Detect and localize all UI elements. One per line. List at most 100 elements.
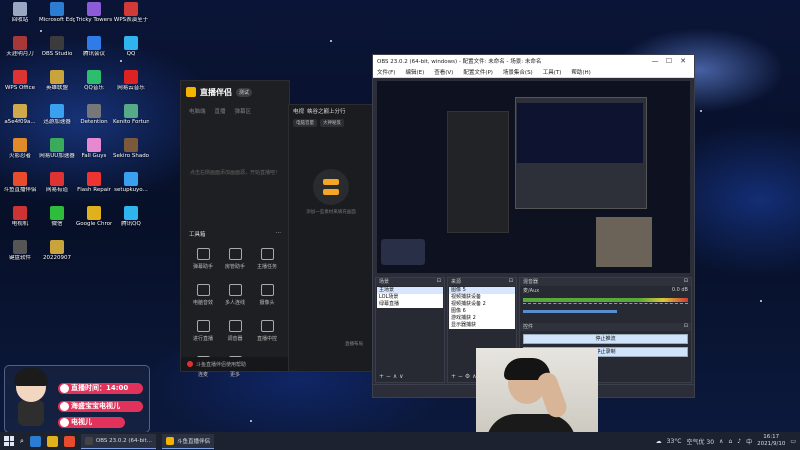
search-icon[interactable]: ⌕ xyxy=(20,437,24,446)
sources-header: 来源 ⊡ xyxy=(448,278,516,286)
desktop-icon[interactable]: 电视机 xyxy=(2,206,38,227)
desktop-icon[interactable]: 腾讯会议 xyxy=(76,36,112,57)
clock[interactable]: 16:17 2021/9/10 xyxy=(757,434,785,448)
zb-tab[interactable]: 弹幕区 xyxy=(235,107,252,115)
desktop-icon[interactable]: 20220907 xyxy=(39,240,75,261)
zb-tab[interactable]: 电脑端 xyxy=(189,107,206,115)
desktop-icon[interactable]: Fall Guys xyxy=(76,138,112,159)
desktop-icon[interactable]: Microsoft Edge xyxy=(39,2,75,23)
obs-titlebar[interactable]: OBS 23.0.2 (64-bit, windows) - 配置文件: 未命名… xyxy=(373,55,694,67)
source-row[interactable]: 图像 5 xyxy=(449,287,515,294)
source-row[interactable]: 游戏捕获 2 xyxy=(449,315,515,322)
chrome-taskbar-icon[interactable] xyxy=(63,435,75,447)
explorer-taskbar-icon[interactable] xyxy=(46,435,58,447)
obs-menu-item[interactable]: 编辑(E) xyxy=(405,68,424,76)
zb-tool[interactable]: 电脑音效 xyxy=(187,284,219,306)
stop-streaming-button[interactable]: 停止推流 xyxy=(523,334,688,344)
weather-icon[interactable]: ☁ xyxy=(656,438,662,445)
desktop-icon[interactable]: QQ音乐 xyxy=(76,70,112,91)
desktop-icon[interactable]: 键盘软件 xyxy=(2,240,38,261)
scenes-title: 场景 xyxy=(379,279,390,285)
chevron-up-icon[interactable]: ∧ xyxy=(719,438,723,445)
obs-menu-item[interactable]: 文件(F) xyxy=(377,68,395,76)
desktop-icon[interactable]: 网易有道 xyxy=(39,172,75,193)
zb-tab[interactable]: 直播 xyxy=(215,107,226,115)
zb-tool[interactable]: 直播中控 xyxy=(251,320,283,342)
obs-preview[interactable] xyxy=(377,81,690,273)
source-row[interactable]: 视频捕获设备 xyxy=(449,294,515,301)
app-icon xyxy=(87,2,101,16)
tool-icon xyxy=(228,248,242,260)
desktop-icon[interactable]: 回收站 xyxy=(2,2,38,23)
dock-menu-icon[interactable]: ⊡ xyxy=(684,323,688,331)
app-icon xyxy=(50,2,64,16)
desktop-icon[interactable]: 微信 xyxy=(39,206,75,227)
obs-menu-item[interactable]: 查看(V) xyxy=(434,68,453,76)
desktop-icon[interactable]: a5e4f09a... xyxy=(2,104,38,125)
close-icon[interactable]: ✕ xyxy=(676,57,690,65)
dock-menu-icon[interactable]: ⊡ xyxy=(437,278,441,286)
source-row[interactable]: 视频捕获设备 2 xyxy=(449,301,515,308)
desktop-icon[interactable]: Detention xyxy=(76,104,112,125)
taskbar-app-douyu-label: 斗鱼直播伴侣 xyxy=(176,438,210,445)
desktop-icon[interactable]: 天涯明月刀 xyxy=(2,36,38,57)
desktop-icon[interactable]: Kenito Fortune xyxy=(113,104,149,125)
zb-layout-button[interactable]: 直播布局 xyxy=(345,341,363,347)
zb-tool[interactable]: 弹幕助手 xyxy=(187,248,219,270)
taskbar-app-obs[interactable]: OBS 23.0.2 (64-bit... xyxy=(80,433,156,449)
desktop-icon[interactable]: OBS Studio xyxy=(39,36,75,57)
air-quality[interactable]: 空气优 30 xyxy=(687,437,715,446)
desktop-icon[interactable]: 英雄联盟 xyxy=(39,70,75,91)
zb-tool[interactable]: 房管助手 xyxy=(219,248,251,270)
taskbar-app-douyu[interactable]: 斗鱼直播伴侣 xyxy=(161,433,214,449)
zb-version-badge[interactable]: 测试 xyxy=(236,87,253,97)
desktop-icon[interactable]: Google Chrome xyxy=(76,206,112,227)
zb-tool[interactable]: 摄像头 xyxy=(251,284,283,306)
dock-menu-icon[interactable]: ⊡ xyxy=(509,278,513,286)
obs-menu-item[interactable]: 工具(T) xyxy=(543,68,562,76)
desktop-icon[interactable]: 腾讯QQ xyxy=(113,206,149,227)
desktop-icon[interactable]: Flash Repair xyxy=(76,172,112,193)
app-icon xyxy=(50,36,64,50)
obs-menu-item[interactable]: 配置文件(P) xyxy=(463,68,493,76)
desktop-icon[interactable]: WPS表演至于 xyxy=(113,2,149,23)
app-icon xyxy=(124,206,138,220)
maximize-icon[interactable]: ☐ xyxy=(662,57,676,65)
zb-tool[interactable]: 进行直播 xyxy=(187,320,219,342)
scene-row[interactable]: 主场景 xyxy=(377,287,443,294)
zb-chip[interactable]: 电脑音量 xyxy=(293,119,317,127)
desktop-icon[interactable]: QQ xyxy=(113,36,149,57)
start-button[interactable] xyxy=(4,436,14,446)
volume-icon[interactable]: ♪ xyxy=(737,438,741,445)
source-row[interactable]: 图像 6 xyxy=(449,308,515,315)
minimize-icon[interactable]: — xyxy=(648,57,662,65)
zb-chip[interactable]: 大神秘笈 xyxy=(320,119,344,127)
ime-indicator[interactable]: 中 xyxy=(746,437,752,446)
edge-taskbar-icon[interactable] xyxy=(29,435,41,447)
desktop-icon[interactable]: Sekiro Shadows xyxy=(113,138,149,159)
desktop-icon[interactable]: 网易UU加速器 xyxy=(39,138,75,159)
network-icon[interactable]: ⌂ xyxy=(728,438,732,445)
desktop-icon[interactable]: setupkuyo... xyxy=(113,172,149,193)
weather-temp[interactable]: 33°C xyxy=(667,438,682,445)
desktop-icon[interactable]: 网易云音乐 xyxy=(113,70,149,91)
obs-menu-item[interactable]: 帮助(H) xyxy=(571,68,590,76)
zb-tool[interactable]: 主播任务 xyxy=(251,248,283,270)
scene-row[interactable]: LOL场景 xyxy=(377,294,443,301)
zb-tool[interactable]: 调音器 xyxy=(219,320,251,342)
source-row[interactable]: 显示器捕获 xyxy=(449,322,515,329)
desktop-icon[interactable]: 斗鱼直播伴侣 xyxy=(2,172,38,193)
desktop-icon[interactable]: WPS Office xyxy=(2,70,38,91)
desktop-icon[interactable]: 火影忍者 xyxy=(2,138,38,159)
desktop-icon[interactable]: Tricky Towers xyxy=(76,2,112,23)
zb-footer[interactable]: 斗鱼直播伴侣使用帮助 xyxy=(181,357,289,371)
desktop-icon[interactable]: 迅游加速器 xyxy=(39,104,75,125)
scenes-controls[interactable]: + − ∧ ∨ xyxy=(379,373,404,380)
zb-toolbox-more-button[interactable]: ··· xyxy=(276,230,281,238)
dock-menu-icon[interactable]: ⊡ xyxy=(684,278,688,286)
scene-row[interactable]: 绿幕直播 xyxy=(377,301,443,308)
zb-tool[interactable]: 多人连线 xyxy=(219,284,251,306)
notification-icon[interactable]: ▭ xyxy=(790,438,796,445)
obs-menu-item[interactable]: 场景集合(S) xyxy=(503,68,533,76)
volume-slider[interactable] xyxy=(523,310,618,313)
